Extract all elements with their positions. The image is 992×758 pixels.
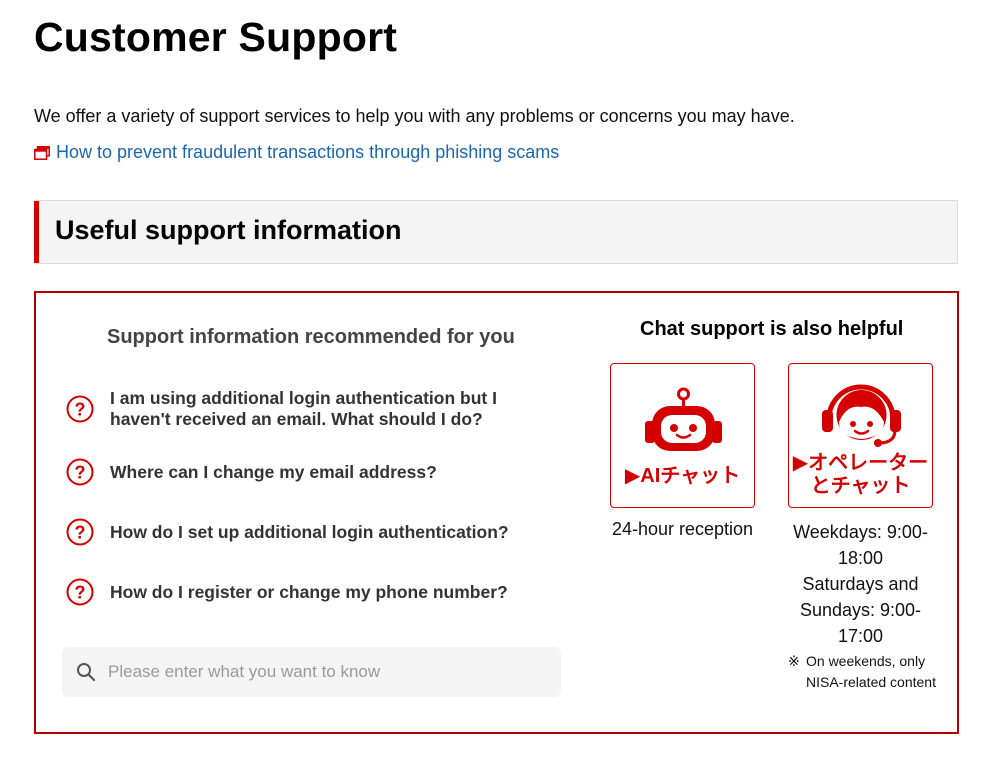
faq-item[interactable]: ? How do I register or change my phone n… bbox=[66, 578, 526, 606]
customer-support-page: Customer Support We offer a variety of s… bbox=[0, 0, 992, 758]
svg-text:?: ? bbox=[75, 463, 86, 483]
faq-item-text: How do I register or change my phone num… bbox=[110, 581, 508, 602]
svg-text:?: ? bbox=[75, 583, 86, 603]
note-mark: ※ bbox=[788, 653, 800, 669]
faq-item[interactable]: ? How do I set up additional login authe… bbox=[66, 518, 526, 546]
faq-item-text: I am using additional login authenticati… bbox=[110, 388, 497, 429]
support-info-panel: Support information recommended for you … bbox=[34, 291, 959, 734]
operator-weekend-hours: Saturdays and Sundays: 9:00-17:00 bbox=[799, 574, 922, 646]
question-circle-icon: ? bbox=[66, 458, 94, 486]
support-search[interactable] bbox=[62, 647, 561, 697]
robot-icon bbox=[645, 387, 722, 451]
search-icon bbox=[76, 662, 96, 682]
question-circle-icon: ? bbox=[66, 395, 94, 423]
section-header: Useful support information bbox=[34, 200, 958, 264]
page-title: Customer Support bbox=[34, 14, 398, 60]
svg-text:?: ? bbox=[75, 523, 86, 543]
section-title: Useful support information bbox=[55, 215, 402, 245]
question-circle-icon: ? bbox=[66, 578, 94, 606]
faq-item-text: How do I set up additional login authent… bbox=[110, 521, 509, 542]
faq-item[interactable]: ? Where can I change my email address? bbox=[66, 458, 526, 486]
external-window-icon bbox=[34, 145, 50, 160]
section-accent-bar bbox=[34, 201, 39, 263]
faq-item-text: Where can I change my email address? bbox=[110, 461, 437, 482]
recommended-heading: Support information recommended for you bbox=[107, 326, 515, 348]
operator-chat-label-line2: とチャット bbox=[810, 475, 911, 497]
svg-text:?: ? bbox=[75, 400, 86, 420]
search-input[interactable] bbox=[106, 661, 530, 683]
question-circle-icon: ? bbox=[66, 518, 94, 546]
intro-text: We offer a variety of support services t… bbox=[34, 106, 795, 126]
phishing-link-label: How to prevent fraudulent transactions t… bbox=[56, 142, 560, 162]
chat-heading: Chat support is also helpful bbox=[640, 318, 904, 340]
faq-item[interactable]: ? I am using additional login authentica… bbox=[66, 388, 526, 430]
ai-chat-button[interactable]: ▶AIチャット bbox=[610, 363, 755, 508]
ai-chat-hours: 24-hour reception bbox=[611, 519, 754, 539]
phishing-prevention-link[interactable]: How to prevent fraudulent transactions t… bbox=[34, 142, 559, 163]
operator-chat-label-line1: ▶オペレーター bbox=[792, 452, 929, 474]
operator-chat-button[interactable]: ▶オペレーター とチャット bbox=[788, 363, 933, 508]
note-text: On weekends, only NISA-related content bbox=[806, 653, 936, 690]
ai-chat-label: ▶AIチャット bbox=[624, 465, 741, 487]
operator-weekday-hours: Weekdays: 9:00-18:00 bbox=[793, 522, 928, 568]
weekend-note: ※ On weekends, only NISA-related content bbox=[788, 651, 948, 693]
